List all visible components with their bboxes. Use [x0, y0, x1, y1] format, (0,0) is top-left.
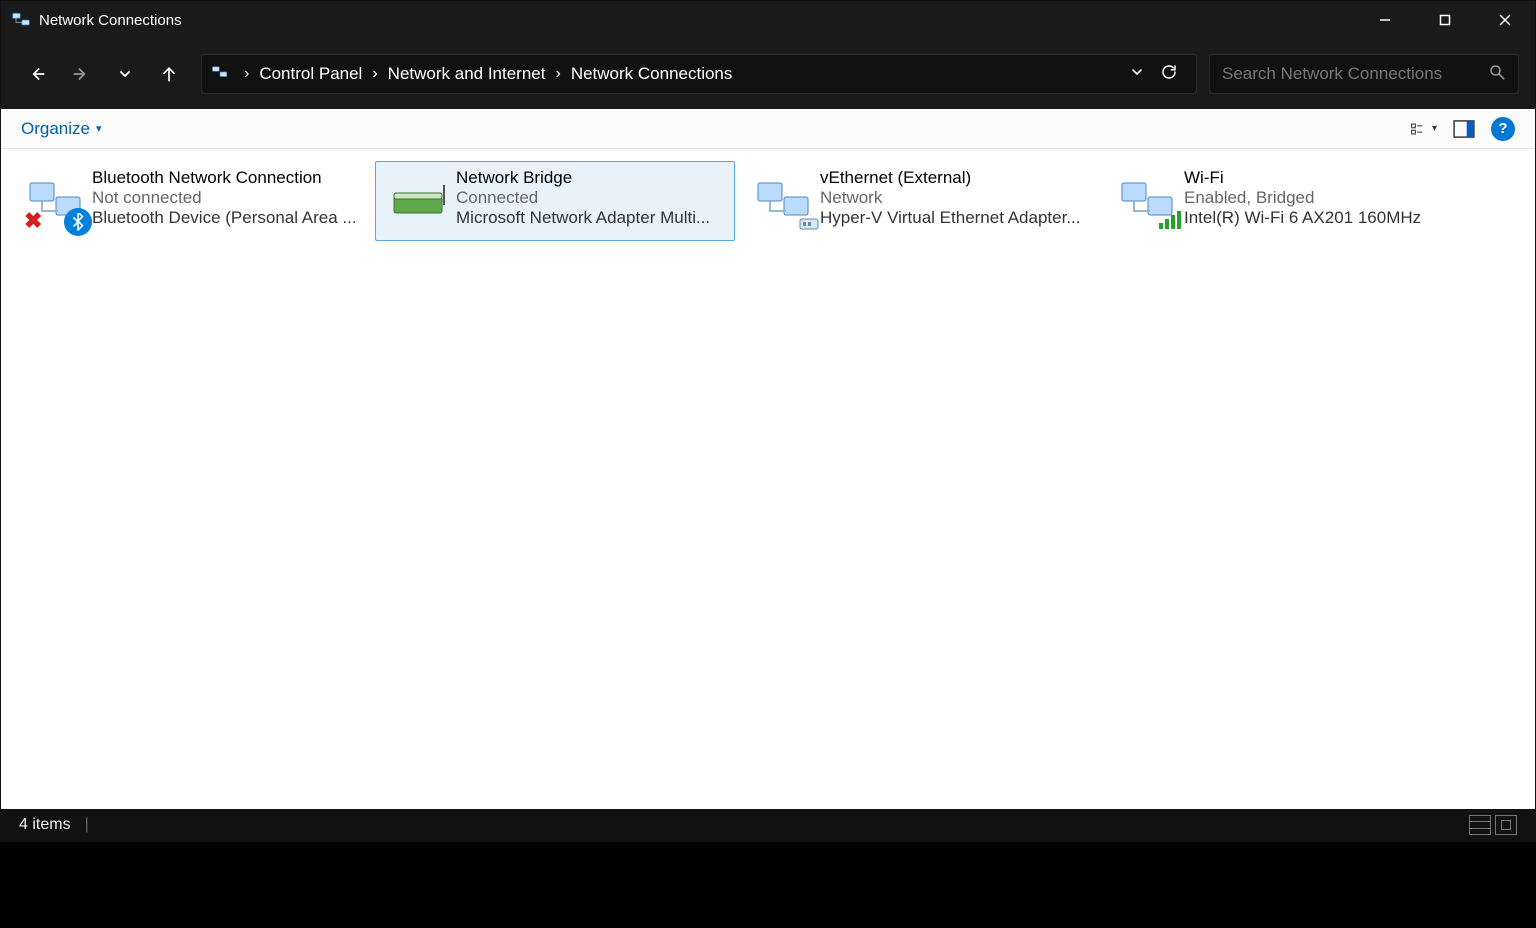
- breadcrumb-network-connections[interactable]: Network Connections: [569, 64, 735, 84]
- network-adapter-icon: [748, 166, 820, 238]
- connection-network-bridge[interactable]: Network Bridge Connected Microsoft Netwo…: [375, 161, 735, 241]
- connection-status: Enabled, Bridged: [1184, 188, 1421, 208]
- status-separator: |: [85, 816, 89, 834]
- organize-label: Organize: [21, 119, 90, 139]
- chevron-down-icon: ▾: [1432, 123, 1437, 134]
- refresh-button[interactable]: [1150, 63, 1188, 86]
- network-adapter-icon: ✖: [20, 166, 92, 238]
- titlebar: Network Connections: [1, 1, 1535, 39]
- network-connections-icon: [11, 10, 31, 30]
- window: Network Connections: [0, 0, 1536, 842]
- up-button[interactable]: [149, 54, 189, 94]
- bluetooth-overlay-icon: [64, 208, 92, 236]
- connection-name: Wi-Fi: [1184, 168, 1421, 188]
- details-view-button[interactable]: [1469, 815, 1491, 835]
- connection-device: Hyper-V Virtual Ethernet Adapter...: [820, 208, 1081, 228]
- recent-locations-button[interactable]: [105, 54, 145, 94]
- search-box[interactable]: [1209, 54, 1519, 94]
- toolbar: Organize ▾ ▾ ?: [1, 109, 1535, 149]
- item-count: 4 items: [19, 816, 71, 834]
- connection-name: Network Bridge: [456, 168, 710, 188]
- maximize-button[interactable]: [1415, 1, 1475, 39]
- connection-name: Bluetooth Network Connection: [92, 168, 357, 188]
- organize-button[interactable]: Organize ▾: [21, 119, 102, 139]
- large-icons-view-button[interactable]: [1495, 815, 1517, 835]
- search-icon: [1488, 63, 1506, 86]
- connection-bluetooth[interactable]: ✖ Bluetooth Network Connection Not conne…: [11, 161, 371, 241]
- navbar: › Control Panel › Network and Internet ›…: [1, 39, 1535, 109]
- address-root-icon: [210, 63, 230, 86]
- chevron-right-icon: ›: [364, 65, 385, 83]
- help-icon: ?: [1498, 120, 1507, 137]
- connection-name: vEthernet (External): [820, 168, 1081, 188]
- network-bridge-icon: [384, 166, 456, 238]
- breadcrumbs: › Control Panel › Network and Internet ›…: [236, 64, 1124, 84]
- status-bar: 4 items |: [1, 809, 1535, 841]
- window-title: Network Connections: [39, 12, 182, 29]
- minimize-button[interactable]: [1355, 1, 1415, 39]
- ethernet-overlay-icon: [798, 213, 822, 238]
- connection-device: Intel(R) Wi-Fi 6 AX201 160MHz: [1184, 208, 1421, 228]
- connection-vethernet[interactable]: vEthernet (External) Network Hyper-V Vir…: [739, 161, 1099, 241]
- help-button[interactable]: ?: [1491, 117, 1515, 141]
- error-overlay-icon: ✖: [24, 208, 42, 234]
- breadcrumb-control-panel[interactable]: Control Panel: [257, 64, 364, 84]
- connection-status: Network: [820, 188, 1081, 208]
- address-dropdown-button[interactable]: [1124, 65, 1150, 84]
- chevron-right-icon: ›: [547, 65, 568, 83]
- close-button[interactable]: [1475, 1, 1535, 39]
- connection-device: Microsoft Network Adapter Multi...: [456, 208, 710, 228]
- view-options-button[interactable]: ▾: [1411, 116, 1437, 142]
- toolbar-right: ▾ ?: [1411, 116, 1515, 142]
- titlebar-buttons: [1355, 1, 1535, 39]
- forward-button[interactable]: [61, 54, 101, 94]
- connection-status: Not connected: [92, 188, 357, 208]
- connection-wifi[interactable]: Wi-Fi Enabled, Bridged Intel(R) Wi-Fi 6 …: [1103, 161, 1463, 241]
- address-bar[interactable]: › Control Panel › Network and Internet ›…: [201, 54, 1197, 94]
- back-button[interactable]: [17, 54, 57, 94]
- search-input[interactable]: [1222, 64, 1488, 84]
- content-area[interactable]: ✖ Bluetooth Network Connection Not conne…: [1, 149, 1535, 809]
- breadcrumb-network-internet[interactable]: Network and Internet: [386, 64, 548, 84]
- chevron-down-icon: ▾: [96, 122, 102, 135]
- wifi-signal-overlay-icon: [1158, 209, 1184, 236]
- connection-device: Bluetooth Device (Personal Area ...: [92, 208, 357, 228]
- network-adapter-icon: [1112, 166, 1184, 238]
- chevron-right-icon: ›: [236, 65, 257, 83]
- connection-status: Connected: [456, 188, 710, 208]
- preview-pane-button[interactable]: [1451, 116, 1477, 142]
